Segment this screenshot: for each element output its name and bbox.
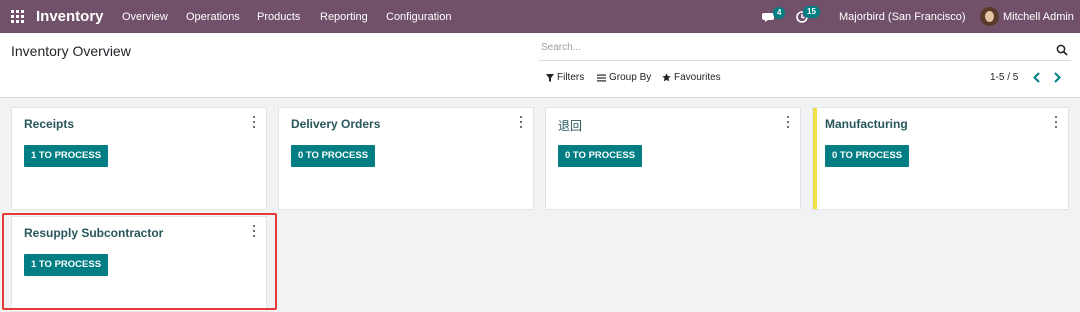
to-process-button[interactable]: 0 TO PROCESS: [291, 145, 376, 167]
card-title[interactable]: Resupply Subcontractor: [24, 226, 163, 240]
list-icon: [597, 74, 606, 81]
kebab-menu-icon[interactable]: [519, 116, 523, 128]
card-title[interactable]: Delivery Orders: [291, 117, 380, 131]
menu-products[interactable]: Products: [257, 11, 300, 23]
to-process-button[interactable]: 0 TO PROCESS: [825, 145, 910, 167]
filters-button[interactable]: Filters: [546, 72, 584, 83]
card-title[interactable]: Manufacturing: [825, 117, 908, 131]
kebab-menu-icon[interactable]: [252, 225, 256, 237]
group-by-button[interactable]: Group By: [597, 72, 651, 83]
card-title[interactable]: 退回: [558, 117, 582, 134]
card-resupply-subcontractor[interactable]: Resupply Subcontractor 1 TO PROCESS: [11, 216, 267, 312]
star-icon: [662, 73, 671, 82]
card-returns[interactable]: 退回 0 TO PROCESS: [545, 107, 801, 210]
top-navbar: Inventory Overview Operations Products R…: [0, 0, 1080, 33]
user-avatar[interactable]: [980, 7, 999, 26]
filter-icon: [546, 73, 554, 82]
menu-configuration[interactable]: Configuration: [386, 11, 451, 23]
to-process-button[interactable]: 0 TO PROCESS: [558, 145, 643, 167]
to-process-button[interactable]: 1 TO PROCESS: [24, 254, 109, 276]
menu-overview[interactable]: Overview: [122, 11, 168, 23]
kebab-menu-icon[interactable]: [786, 116, 790, 128]
to-process-button[interactable]: 1 TO PROCESS: [24, 145, 109, 167]
control-panel: Inventory Overview Filters Group By Favo…: [0, 33, 1080, 98]
card-title[interactable]: Receipts: [24, 117, 74, 131]
messages-badge: 4: [773, 7, 786, 19]
chevron-right-icon[interactable]: [1051, 71, 1063, 84]
card-receipts[interactable]: Receipts 1 TO PROCESS: [11, 107, 267, 210]
user-menu[interactable]: Mitchell Admin: [1003, 11, 1074, 23]
app-name[interactable]: Inventory: [36, 8, 104, 25]
search-box: [539, 39, 1071, 61]
company-switcher[interactable]: Majorbird (San Francisco): [839, 11, 966, 23]
group-by-label: Group By: [609, 72, 652, 83]
kebab-menu-icon[interactable]: [1054, 116, 1058, 128]
color-accent-bar: [813, 108, 817, 209]
filters-label: Filters: [557, 72, 585, 83]
apps-menu-icon[interactable]: [11, 10, 24, 23]
card-delivery-orders[interactable]: Delivery Orders 0 TO PROCESS: [278, 107, 534, 210]
pager-value[interactable]: 1-5 / 5: [990, 72, 1018, 83]
kebab-menu-icon[interactable]: [252, 116, 256, 128]
search-icon[interactable]: [1056, 43, 1068, 56]
search-input[interactable]: [541, 42, 1041, 53]
favourites-button[interactable]: Favourites: [662, 72, 721, 83]
chevron-left-icon[interactable]: [1031, 71, 1043, 84]
activities-badge: 15: [803, 6, 820, 18]
page-title: Inventory Overview: [11, 43, 131, 59]
menu-operations[interactable]: Operations: [186, 11, 240, 23]
favourites-label: Favourites: [674, 72, 721, 83]
card-manufacturing[interactable]: Manufacturing 0 TO PROCESS: [812, 107, 1069, 210]
menu-reporting[interactable]: Reporting: [320, 11, 368, 23]
